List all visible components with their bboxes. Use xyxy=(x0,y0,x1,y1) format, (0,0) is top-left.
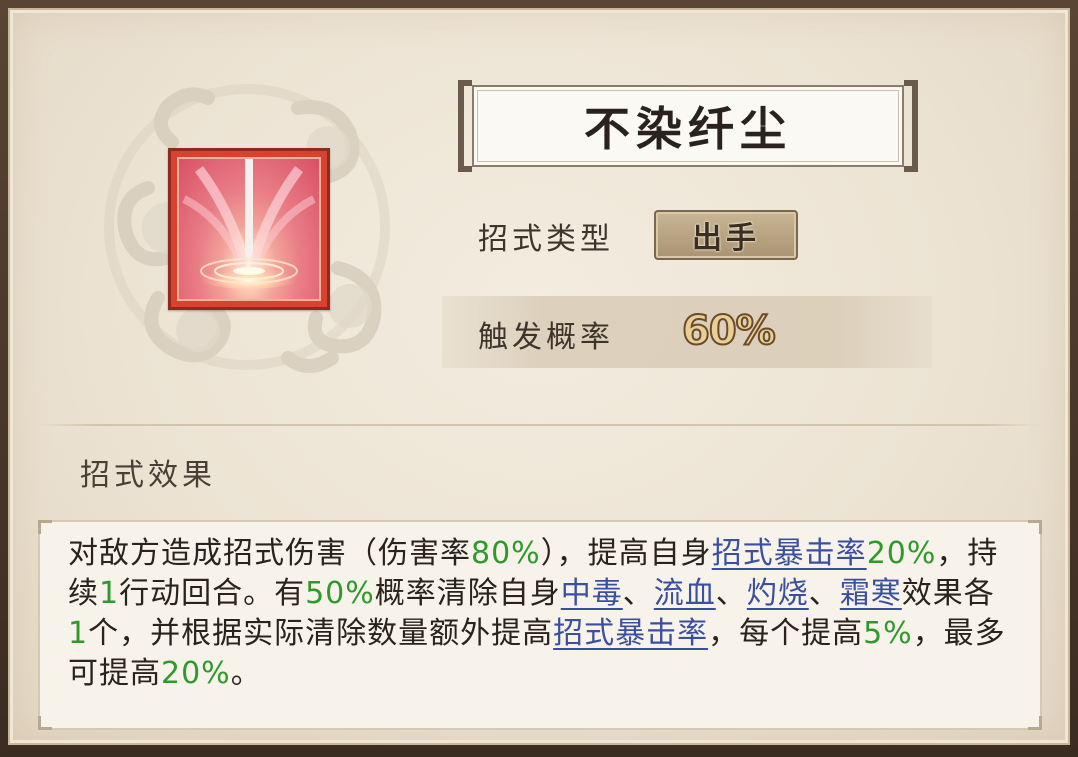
title-bracket-left xyxy=(458,80,472,172)
effect-text: 、 xyxy=(622,576,654,611)
skill-name: 不染纤尘 xyxy=(584,102,792,156)
keyword-link[interactable]: 灼烧 xyxy=(747,576,809,611)
effect-text: ，每个提高 xyxy=(708,616,864,651)
keyword-link[interactable]: 中毒 xyxy=(561,576,623,611)
effect-text: 概率清除自身 xyxy=(374,576,561,611)
sword-ripple-icon xyxy=(177,157,321,301)
effect-value: 20% xyxy=(161,656,231,691)
effect-value: 50% xyxy=(305,576,375,611)
keyword-link[interactable]: 招式暴击率 xyxy=(712,536,867,571)
effect-text: 。 xyxy=(230,656,262,691)
effect-value: 80% xyxy=(471,536,541,571)
corner-ornament xyxy=(1028,520,1042,534)
skill-type-badge: 出手 xyxy=(654,210,798,260)
trigger-rate-label: 触发概率 xyxy=(478,320,614,355)
corner-ornament xyxy=(38,520,52,534)
effect-text: 、 xyxy=(715,576,747,611)
title-bracket-right xyxy=(904,80,918,172)
skill-type-label: 招式类型 xyxy=(478,222,614,257)
effect-value: 20% xyxy=(866,536,937,571)
effect-text: 效果各 xyxy=(901,576,995,611)
effect-text: 、 xyxy=(808,576,840,611)
section-divider xyxy=(36,424,1042,426)
effect-value: 1 xyxy=(68,616,89,651)
skill-name-box: 不染纤尘 xyxy=(472,85,904,167)
effect-value: 5% xyxy=(863,616,913,651)
effect-text: 行动回合。有 xyxy=(119,576,306,611)
effect-description: 对敌方造成招式伤害（伤害率80%），提高自身招式暴击率20%，持续1行动回合。有… xyxy=(68,534,1008,694)
skill-icon xyxy=(168,148,330,310)
effect-text: 对敌方造成招式伤害（伤害率 xyxy=(68,536,471,571)
effect-text: 个，并根据实际清除数量额外提高 xyxy=(88,616,554,651)
effect-description-box: 对敌方造成招式伤害（伤害率80%），提高自身招式暴击率20%，持续1行动回合。有… xyxy=(38,520,1042,730)
sword-ripple-art xyxy=(182,159,316,289)
keyword-link[interactable]: 招式暴击率 xyxy=(553,616,708,651)
skill-title-plate: 不染纤尘 xyxy=(458,80,918,172)
effect-value: 1 xyxy=(99,576,120,611)
keyword-link[interactable]: 霜寒 xyxy=(840,576,902,611)
effect-text: ），提高自身 xyxy=(540,536,712,571)
trigger-rate-value: 60% xyxy=(681,307,777,355)
corner-ornament xyxy=(1028,716,1042,730)
skill-type-value: 出手 xyxy=(692,221,760,256)
corner-ornament xyxy=(38,716,52,730)
keyword-link[interactable]: 流血 xyxy=(654,576,716,611)
effect-section-title: 招式效果 xyxy=(80,458,216,493)
